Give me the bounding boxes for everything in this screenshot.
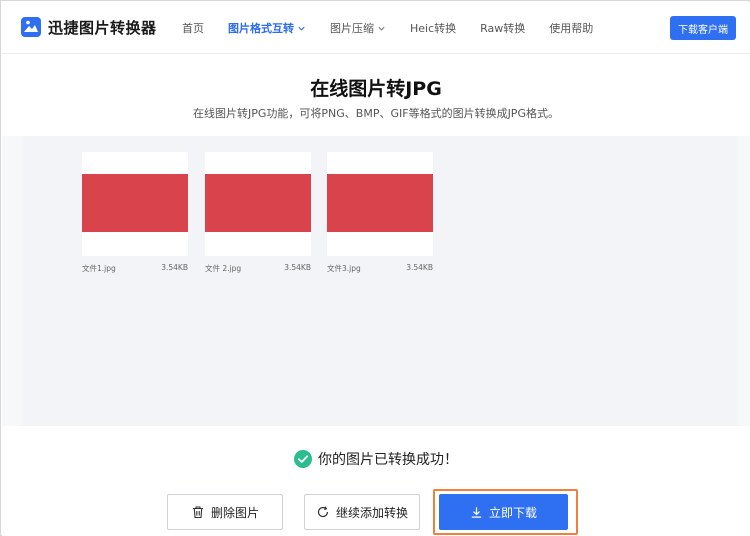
delete-images-button[interactable]: 删除图片	[167, 494, 283, 530]
logo-text: 迅捷图片转换器	[48, 18, 157, 37]
file-card[interactable]: 文件 2.jpg 3.54KB	[205, 152, 311, 274]
main-content: 在线图片转JPG 在线图片转JPG功能，可将PNG、BMP、GIF等格式的图片转…	[2, 54, 750, 536]
thumbnail-image	[327, 174, 433, 232]
nav-format-convert[interactable]: 图片格式互转	[228, 2, 306, 54]
file-card[interactable]: 文件3.jpg 3.54KB	[327, 152, 433, 274]
button-label: 立即下载	[488, 505, 537, 520]
file-name: 文件1.jpg	[82, 264, 116, 273]
nav-label: Heic转换	[410, 22, 457, 35]
nav-label: Raw转换	[480, 22, 526, 35]
main-nav: 首页 图片格式互转 图片压缩 Heic转换 Raw转换 使用帮助	[182, 2, 617, 54]
nav-compress[interactable]: 图片压缩	[330, 2, 386, 54]
nav-heic[interactable]: Heic转换	[410, 2, 456, 54]
file-thumbnail	[205, 152, 311, 256]
file-name: 文件 2.jpg	[205, 264, 242, 273]
thumbnail-image	[82, 174, 188, 232]
chevron-down-icon	[298, 26, 305, 31]
logo-image-icon	[21, 17, 41, 37]
hero: 在线图片转JPG 在线图片转JPG功能，可将PNG、BMP、GIF等格式的图片转…	[2, 54, 750, 136]
success-message: 你的图片已转换成功！	[2, 449, 750, 469]
file-size: 3.54KB	[406, 263, 433, 272]
page-subtitle: 在线图片转JPG功能，可将PNG、BMP、GIF等格式的图片转换成JPG格式。	[193, 107, 559, 120]
result-area: 你的图片已转换成功！ 删除图片 继续添加转换 立即下载	[2, 426, 750, 536]
chevron-down-icon	[378, 26, 385, 31]
refresh-icon	[317, 506, 329, 518]
file-thumbnail	[82, 152, 188, 256]
file-meta: 文件3.jpg 3.54KB	[327, 263, 433, 274]
page-title: 在线图片转JPG	[310, 78, 442, 100]
trash-icon	[192, 506, 203, 519]
file-size: 3.54KB	[284, 263, 311, 272]
file-meta: 文件 2.jpg 3.54KB	[205, 263, 311, 274]
button-label: 删除图片	[210, 505, 259, 520]
thumbnail-image	[205, 174, 311, 232]
continue-add-button[interactable]: 继续添加转换	[304, 494, 420, 530]
download-icon	[471, 506, 482, 518]
nav-label: 图片压缩	[330, 22, 374, 35]
nav-label: 图片格式互转	[228, 22, 294, 35]
download-now-button[interactable]: 立即下载	[439, 494, 568, 530]
file-thumbnail	[327, 152, 433, 256]
file-name: 文件3.jpg	[327, 264, 361, 273]
button-label: 继续添加转换	[335, 505, 408, 520]
check-circle-icon	[294, 450, 312, 468]
nav-label: 首页	[182, 22, 204, 35]
file-workspace: 文件1.jpg 3.54KB 文件 2.jpg 3.54KB 文件3.jpg 3…	[22, 136, 738, 426]
file-size: 3.54KB	[161, 263, 188, 272]
nav-label: 使用帮助	[549, 22, 594, 35]
nav-help[interactable]: 使用帮助	[549, 2, 593, 54]
file-meta: 文件1.jpg 3.54KB	[82, 263, 188, 274]
browser-frame: 迅捷图片转换器 首页 图片格式互转 图片压缩 Heic转换 Raw转换 使用帮助	[0, 0, 750, 536]
top-header: 迅捷图片转换器 首页 图片格式互转 图片压缩 Heic转换 Raw转换 使用帮助	[2, 2, 750, 54]
success-text: 你的图片已转换成功！	[318, 452, 458, 468]
download-client-button[interactable]: 下载客户端	[670, 16, 736, 40]
file-card[interactable]: 文件1.jpg 3.54KB	[82, 152, 188, 274]
nav-raw[interactable]: Raw转换	[480, 2, 525, 54]
logo[interactable]: 迅捷图片转换器	[20, 16, 157, 38]
nav-home[interactable]: 首页	[182, 2, 204, 54]
